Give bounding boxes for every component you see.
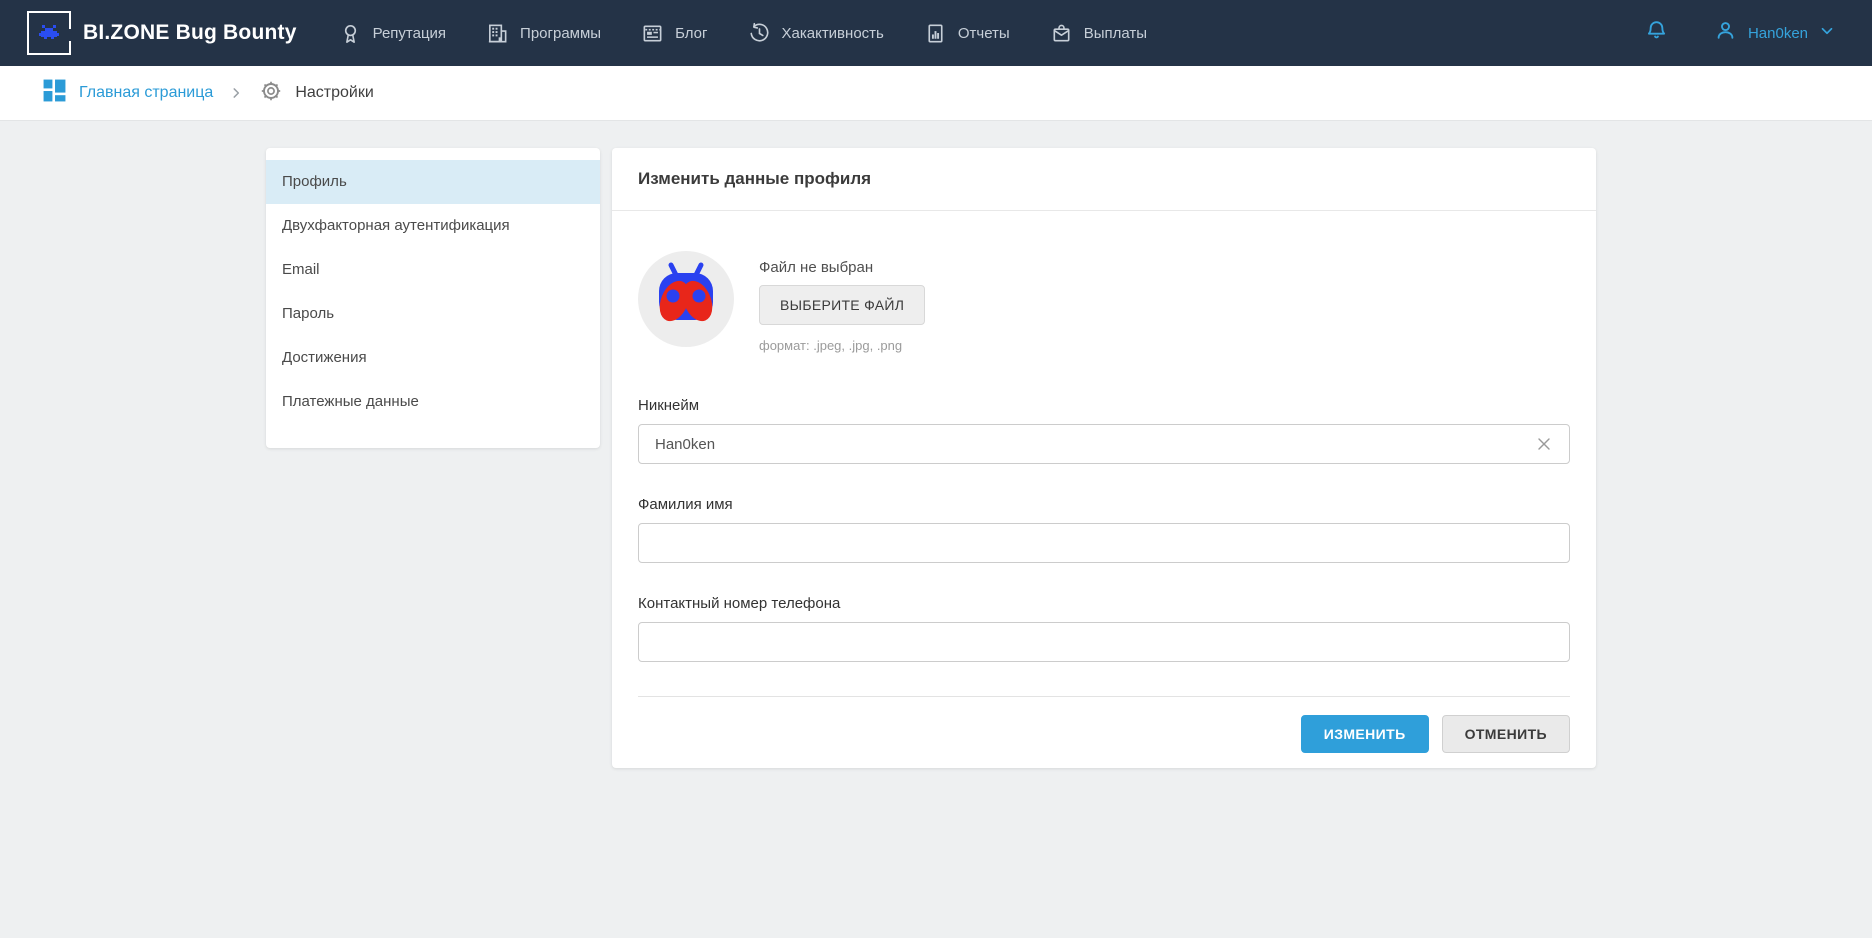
fullname-field-group: Фамилия имя [638,496,1570,563]
gear-icon [259,79,283,108]
nav-item-label: Хакактивность [782,25,884,42]
profile-form-card: Изменить данные профиля [612,148,1596,768]
nickname-label: Никнейм [638,397,1570,414]
phone-label: Контактный номер телефона [638,595,1570,612]
nav-item-blog[interactable]: Блог [641,22,707,45]
phone-input[interactable] [638,622,1570,662]
pixel-bug-icon [36,20,62,46]
report-icon [924,22,947,45]
sidebar-item-password[interactable]: Пароль [266,292,600,336]
medal-icon [339,22,362,45]
bizone-logo-icon[interactable] [27,11,71,55]
navbar-right: Han0ken [1644,18,1836,48]
sidebar-item-2fa[interactable]: Двухфакторная аутентификация [266,204,600,248]
sidebar-item-email[interactable]: Email [266,248,600,292]
nav-item-label: Отчеты [958,25,1010,42]
upload-controls: Файл не выбран ВЫБЕРИТЕ ФАЙЛ формат: .jp… [759,251,925,353]
clear-icon[interactable] [1532,432,1556,456]
logo-notch [67,29,71,41]
submit-button[interactable]: ИЗМЕНИТЬ [1301,715,1429,753]
building-icon [486,22,509,45]
payout-bag-icon [1050,22,1073,45]
username-label: Han0ken [1748,25,1808,42]
dashboard-grid-icon [42,78,67,108]
nickname-input[interactable] [638,424,1570,464]
nav-item-label: Программы [520,25,601,42]
nav-item-label: Блог [675,25,707,42]
nav-item-label: Репутация [373,25,446,42]
form-actions: ИЗМЕНИТЬ ОТМЕНИТЬ [638,715,1570,753]
breadcrumb-home-link[interactable]: Главная страница [42,78,213,108]
avatar-upload-section: Файл не выбран ВЫБЕРИТЕ ФАЙЛ формат: .jp… [638,251,1570,353]
nickname-field-group: Никнейм [638,397,1570,464]
breadcrumb: Главная страница Настройки [0,66,1872,121]
page: BI.ZONE Bug Bounty Репутация [0,0,1872,938]
bell-icon [1644,18,1669,48]
chevron-down-icon [1818,22,1836,45]
top-navbar: BI.ZONE Bug Bounty Репутация [0,0,1872,66]
notifications-button[interactable] [1644,18,1669,48]
nav-item-payouts[interactable]: Выплаты [1050,22,1147,45]
nav-item-programs[interactable]: Программы [486,22,601,45]
choose-file-button[interactable]: ВЫБЕРИТЕ ФАЙЛ [759,285,925,325]
ladybug-icon [638,251,734,347]
history-icon [748,22,771,45]
file-status-text: Файл не выбран [759,259,925,276]
user-menu[interactable]: Han0ken [1713,18,1836,48]
fullname-input[interactable] [638,523,1570,563]
phone-field-group: Контактный номер телефона [638,595,1570,662]
nav-item-label: Выплаты [1084,25,1147,42]
form-divider [638,696,1570,697]
main-menu: Репутация Программы [339,22,1187,45]
settings-sidebar: Профиль Двухфакторная аутентификация Ema… [266,148,600,448]
breadcrumb-current: Настройки [259,79,373,108]
phone-input-wrap [638,622,1570,662]
nav-item-reports[interactable]: Отчеты [924,22,1010,45]
nickname-input-wrap [638,424,1570,464]
fullname-input-wrap [638,523,1570,563]
card-header: Изменить данные профиля [612,148,1596,211]
breadcrumb-home-label: Главная страница [79,84,213,102]
avatar [638,251,734,347]
sidebar-item-profile[interactable]: Профиль [266,160,600,204]
newspaper-icon [641,22,664,45]
fullname-label: Фамилия имя [638,496,1570,513]
card-title: Изменить данные профиля [638,169,871,189]
cancel-button[interactable]: ОТМЕНИТЬ [1442,715,1570,753]
nav-item-reputation[interactable]: Репутация [339,22,446,45]
nav-item-hackactivity[interactable]: Хакактивность [748,22,884,45]
card-body: Файл не выбран ВЫБЕРИТЕ ФАЙЛ формат: .jp… [612,211,1596,753]
chevron-right-icon [229,86,243,100]
sidebar-item-achievements[interactable]: Достижения [266,336,600,380]
breadcrumb-current-label: Настройки [295,84,373,102]
sidebar-item-payment-data[interactable]: Платежные данные [266,380,600,424]
brand-title: BI.ZONE Bug Bounty [83,21,297,45]
user-icon [1713,18,1738,48]
format-hint-text: формат: .jpeg, .jpg, .png [759,338,925,353]
